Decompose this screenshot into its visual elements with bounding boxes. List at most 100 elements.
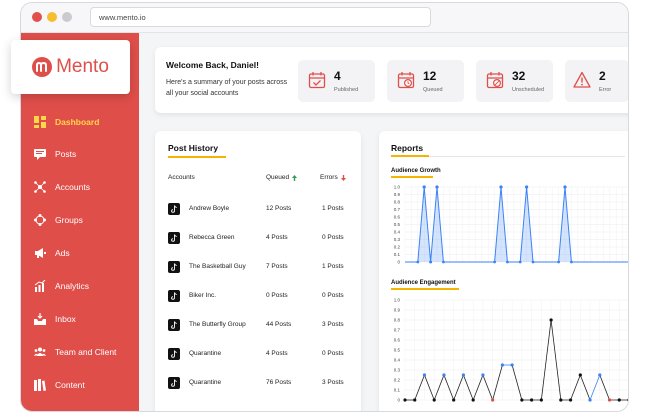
analytics-icon — [34, 280, 46, 292]
table-row[interactable]: The Butterfly Group 44 Posts 3 Posts — [155, 318, 361, 332]
sidebar-item-analytics[interactable]: Analytics — [34, 279, 89, 293]
engagement-point — [452, 398, 456, 402]
title-underline — [168, 156, 226, 158]
reports-card: Reports Audience Growth 0 0.1 0.2 0.3 0.4 0.5… — [379, 131, 628, 411]
brand-logo[interactable]: Mento — [11, 40, 130, 94]
sidebar-item-team-and-client[interactable]: Team and Client — [34, 345, 116, 359]
engagement-segment — [599, 374, 610, 401]
calendar-clock-icon — [397, 72, 415, 89]
y-tick-label: 1.0 — [394, 185, 401, 190]
engagement-point — [491, 398, 495, 402]
tiktok-icon — [168, 377, 180, 389]
growth-base-point — [570, 260, 573, 264]
stat-card-queued[interactable]: 12 Queued — [387, 60, 464, 102]
sidebar-item-groups[interactable]: Groups — [34, 213, 83, 227]
queued-count: 4 Posts — [266, 234, 288, 241]
queued-count: 4 Posts — [266, 350, 288, 357]
tiktok-icon — [168, 261, 180, 273]
sidebar-item-label: Inbox — [55, 314, 76, 324]
stat-card-error[interactable]: 2 Error — [565, 60, 628, 102]
stat-value: 4 — [334, 69, 341, 83]
y-tick-label: 0 — [397, 260, 400, 265]
growth-peak-point — [563, 185, 567, 189]
y-tick-label: 0.4 — [394, 230, 401, 235]
engagement-segment — [472, 374, 484, 401]
groups-icon — [34, 214, 46, 226]
engagement-segment — [570, 374, 581, 401]
queued-count: 44 Posts — [266, 321, 292, 328]
y-tick-label: 0.5 — [394, 348, 401, 353]
table-row[interactable]: The Basketball Guy 7 Posts 1 Posts — [155, 260, 361, 274]
queued-count: 0 Posts — [266, 292, 288, 299]
account-name: Quarantine — [189, 379, 222, 386]
table-row[interactable]: Rebecca Green 4 Posts 0 Posts — [155, 231, 361, 245]
table-row[interactable]: Andrew Boyle 12 Posts 1 Posts — [155, 202, 361, 216]
accounts-icon — [34, 181, 46, 193]
audience-growth-chart: 0 0.1 0.2 0.3 0.4 0.5 0.6 0.7 0.8 0.9 1.0 — [394, 185, 628, 265]
content-icon — [34, 379, 46, 391]
growth-base-point — [429, 260, 432, 264]
table-row[interactable]: Quarantine 76 Posts 3 Posts — [155, 376, 361, 390]
y-tick-label: 0.5 — [394, 222, 401, 227]
column-header-label: Queued — [266, 174, 290, 181]
engagement-point — [539, 398, 543, 402]
queued-count: 12 Posts — [266, 205, 292, 212]
y-tick-label: 0.9 — [394, 192, 401, 197]
sidebar-item-content[interactable]: Content — [34, 378, 85, 392]
stat-card-published[interactable]: 4 Published — [298, 60, 375, 102]
table-row[interactable]: Quarantine 4 Posts 0 Posts — [155, 347, 361, 361]
growth-base-point — [416, 260, 420, 264]
sidebar-item-accounts[interactable]: Accounts — [34, 180, 90, 194]
welcome-title: Welcome Back, Daniel! — [166, 60, 259, 70]
welcome-subtitle: Here's a summary of your posts across al… — [166, 79, 288, 97]
stat-card-unscheduled[interactable]: 32 Unscheduled — [476, 60, 553, 102]
engagement-segment — [453, 374, 464, 401]
sidebar-item-ads[interactable]: Ads — [34, 246, 70, 260]
address-bar[interactable]: www.mento.io — [90, 7, 431, 27]
account-name: Rebecca Green — [189, 234, 235, 241]
engagement-segment — [579, 374, 591, 401]
engagement-point — [520, 398, 524, 402]
engagement-point — [422, 373, 427, 377]
team-icon — [34, 347, 46, 356]
queued-count: 7 Posts — [266, 263, 288, 270]
y-tick-label: 0.1 — [394, 252, 401, 257]
sidebar-item-posts[interactable]: Posts — [34, 147, 76, 161]
arrow-down-icon — [340, 174, 346, 181]
error-count: 3 Posts — [322, 379, 344, 386]
engagement-point — [432, 398, 436, 402]
y-tick-label: 0.7 — [394, 207, 401, 212]
y-tick-label: 0.4 — [394, 358, 401, 363]
y-tick-label: 0.2 — [394, 245, 401, 250]
engagement-segment — [443, 374, 455, 401]
stat-label: Unscheduled — [512, 87, 545, 93]
engagement-point — [598, 373, 602, 377]
y-tick-label: 0 — [397, 398, 400, 403]
column-header-errors[interactable]: Errors — [320, 174, 346, 181]
maximize-window-button[interactable] — [62, 12, 72, 22]
table-row[interactable]: Biker Inc. 0 Posts 0 Posts — [155, 289, 361, 303]
growth-peak-point — [525, 185, 529, 189]
engagement-point — [568, 398, 573, 402]
growth-peak-point — [422, 185, 426, 189]
queued-count: 76 Posts — [266, 379, 292, 386]
megaphone-icon — [35, 248, 46, 258]
mento-logo-icon — [32, 57, 53, 77]
sidebar-item-inbox[interactable]: Inbox — [34, 312, 76, 326]
minimize-window-button[interactable] — [47, 12, 57, 22]
engagement-point — [481, 373, 485, 377]
engagement-point — [578, 373, 582, 377]
engagement-point — [617, 398, 621, 402]
stat-label: Error — [599, 87, 612, 93]
column-header-queued[interactable]: Queued — [266, 174, 298, 181]
y-tick-label: 0.7 — [394, 328, 401, 333]
close-window-button[interactable] — [32, 12, 42, 22]
stat-label: Queued — [423, 87, 443, 93]
y-tick-label: 0.8 — [394, 200, 401, 205]
growth-peak-point — [435, 185, 439, 189]
sidebar-item-dashboard[interactable]: Dashboard — [34, 115, 99, 129]
tiktok-icon — [168, 319, 180, 331]
calendar-cancel-icon — [486, 72, 504, 89]
error-count: 0 Posts — [322, 234, 344, 241]
y-tick-label: 0.8 — [394, 318, 401, 323]
